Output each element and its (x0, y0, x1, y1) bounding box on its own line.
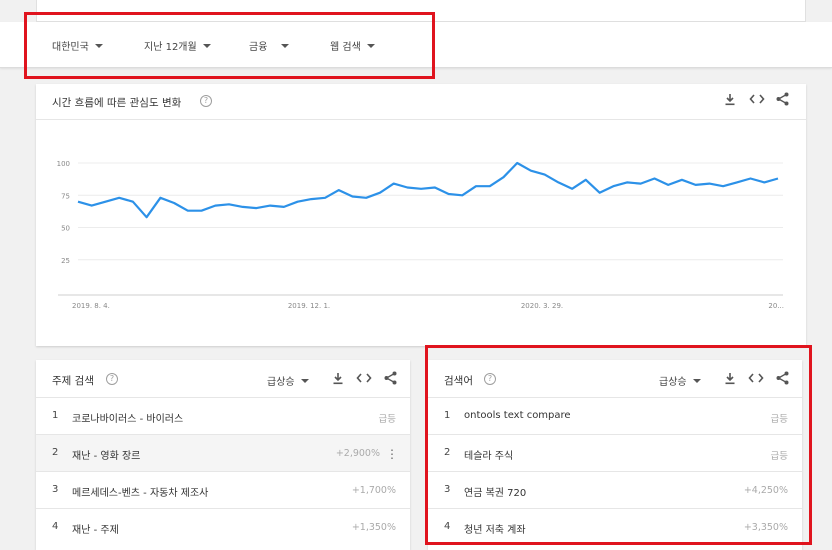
interest-over-time-card: 시간 흐름에 따른 관심도 변화 ? 25 50 75 100 2019. 8. 4. 2… (36, 84, 806, 346)
x-tick-label: 20... (768, 302, 784, 310)
download-icon[interactable] (724, 93, 736, 109)
help-icon[interactable]: ? (106, 373, 118, 385)
card-title: 시간 흐름에 따른 관심도 변화 (52, 97, 182, 109)
list-item[interactable]: 1 코로나바이러스 - 바이러스 급등 (36, 398, 410, 435)
card-title: 주제 검색 (52, 375, 94, 387)
row-text: 재난 - 영화 장르 (72, 451, 141, 462)
row-index: 1 (52, 410, 59, 421)
row-value: +1,350% (351, 522, 396, 533)
card-header: 시간 흐름에 따른 관심도 변화 ? (36, 84, 806, 120)
y-tick-label: 25 (61, 257, 70, 265)
row-index: 3 (52, 484, 59, 495)
highlight-box-queries (425, 345, 812, 545)
row-value: +2,900% (335, 448, 380, 459)
sort-dropdown[interactable]: 급상승 (267, 373, 309, 388)
help-icon[interactable]: ? (200, 95, 212, 107)
list-item[interactable]: 4 재난 - 주제 +1,350% (36, 509, 410, 546)
row-value: +1,700% (351, 485, 396, 496)
row-index: 2 (52, 447, 59, 458)
list-item[interactable]: 3 메르세데스-벤츠 - 자동차 제조사 +1,700% (36, 472, 410, 509)
share-icon[interactable] (384, 371, 397, 388)
y-tick-label: 100 (57, 160, 70, 168)
download-icon[interactable] (332, 372, 344, 388)
row-text: 메르세데스-벤츠 - 자동차 제조사 (72, 488, 209, 499)
card-header: 주제 검색 ? 급상승 (36, 360, 410, 398)
y-tick-label: 50 (61, 225, 70, 233)
x-tick-label: 2019. 12. 1. (288, 302, 330, 310)
x-tick-label: 2019. 8. 4. (72, 302, 110, 310)
more-vert-icon[interactable]: ⋮ (386, 447, 398, 461)
series-line (77, 161, 779, 219)
share-icon[interactable] (776, 92, 789, 109)
y-tick-label: 75 (61, 192, 70, 200)
row-text: 코로나바이러스 - 바이러스 (72, 414, 184, 425)
row-text: 재난 - 주제 (72, 525, 119, 536)
chevron-down-icon (300, 378, 309, 383)
sort-dropdown-label: 급상승 (267, 377, 295, 388)
embed-code-icon[interactable] (749, 93, 765, 108)
highlight-box-filters (24, 12, 435, 79)
embed-code-icon[interactable] (356, 372, 372, 387)
x-tick-label: 2020. 3. 29. (521, 302, 563, 310)
interest-line-chart: 25 50 75 100 2019. 8. 4. 2019. 12. 1. 2020. 3.… (57, 160, 784, 310)
related-topics-card: 주제 검색 ? 급상승 1 코로나바이러스 - 바이러스 급등 2 재난 - 영… (36, 360, 410, 550)
list-item[interactable]: 2 재난 - 영화 장르 +2,900% ⋮ (36, 435, 410, 472)
row-value: 급등 (378, 414, 396, 425)
row-index: 4 (52, 521, 59, 532)
